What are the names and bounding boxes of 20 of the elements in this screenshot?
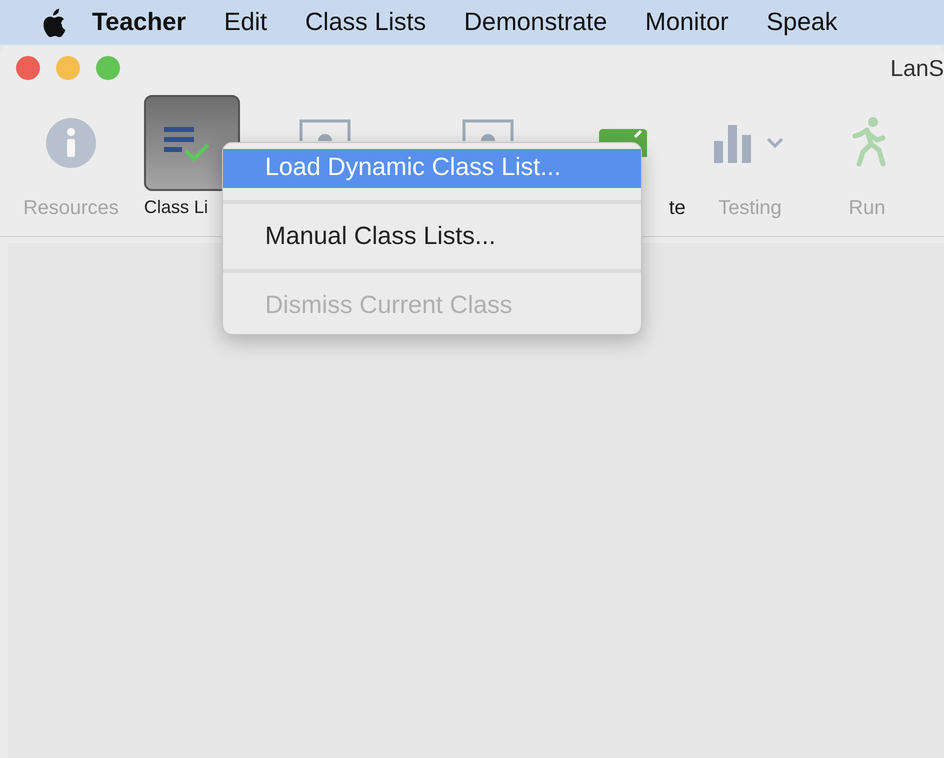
menu-item[interactable]: Teacher [92, 8, 186, 37]
toolbar-label: Class Li [144, 197, 208, 218]
menu-item[interactable]: Speak [766, 8, 838, 37]
menu-item[interactable]: Class Lists [305, 8, 426, 37]
minimize-button[interactable] [56, 56, 80, 80]
frame-icon[interactable] [299, 119, 351, 141]
menu-item[interactable]: Demonstrate [464, 8, 608, 37]
frame-icon[interactable] [462, 119, 514, 141]
info-icon [45, 117, 97, 169]
toolbar-label: Resources [23, 197, 119, 220]
window-title: LanS [890, 54, 944, 82]
toolbar-label: te [669, 197, 686, 220]
close-button[interactable] [16, 56, 40, 80]
menu-item[interactable]: Edit [224, 8, 268, 37]
toolbar-label: Testing [718, 197, 782, 220]
toolbar-button[interactable] [144, 95, 240, 191]
toolbar-label: Run [848, 197, 886, 220]
zoom-button[interactable] [96, 56, 120, 80]
menu-item[interactable]: Manual Class Lists... [223, 218, 641, 257]
menu-item[interactable]: Monitor [645, 8, 728, 37]
